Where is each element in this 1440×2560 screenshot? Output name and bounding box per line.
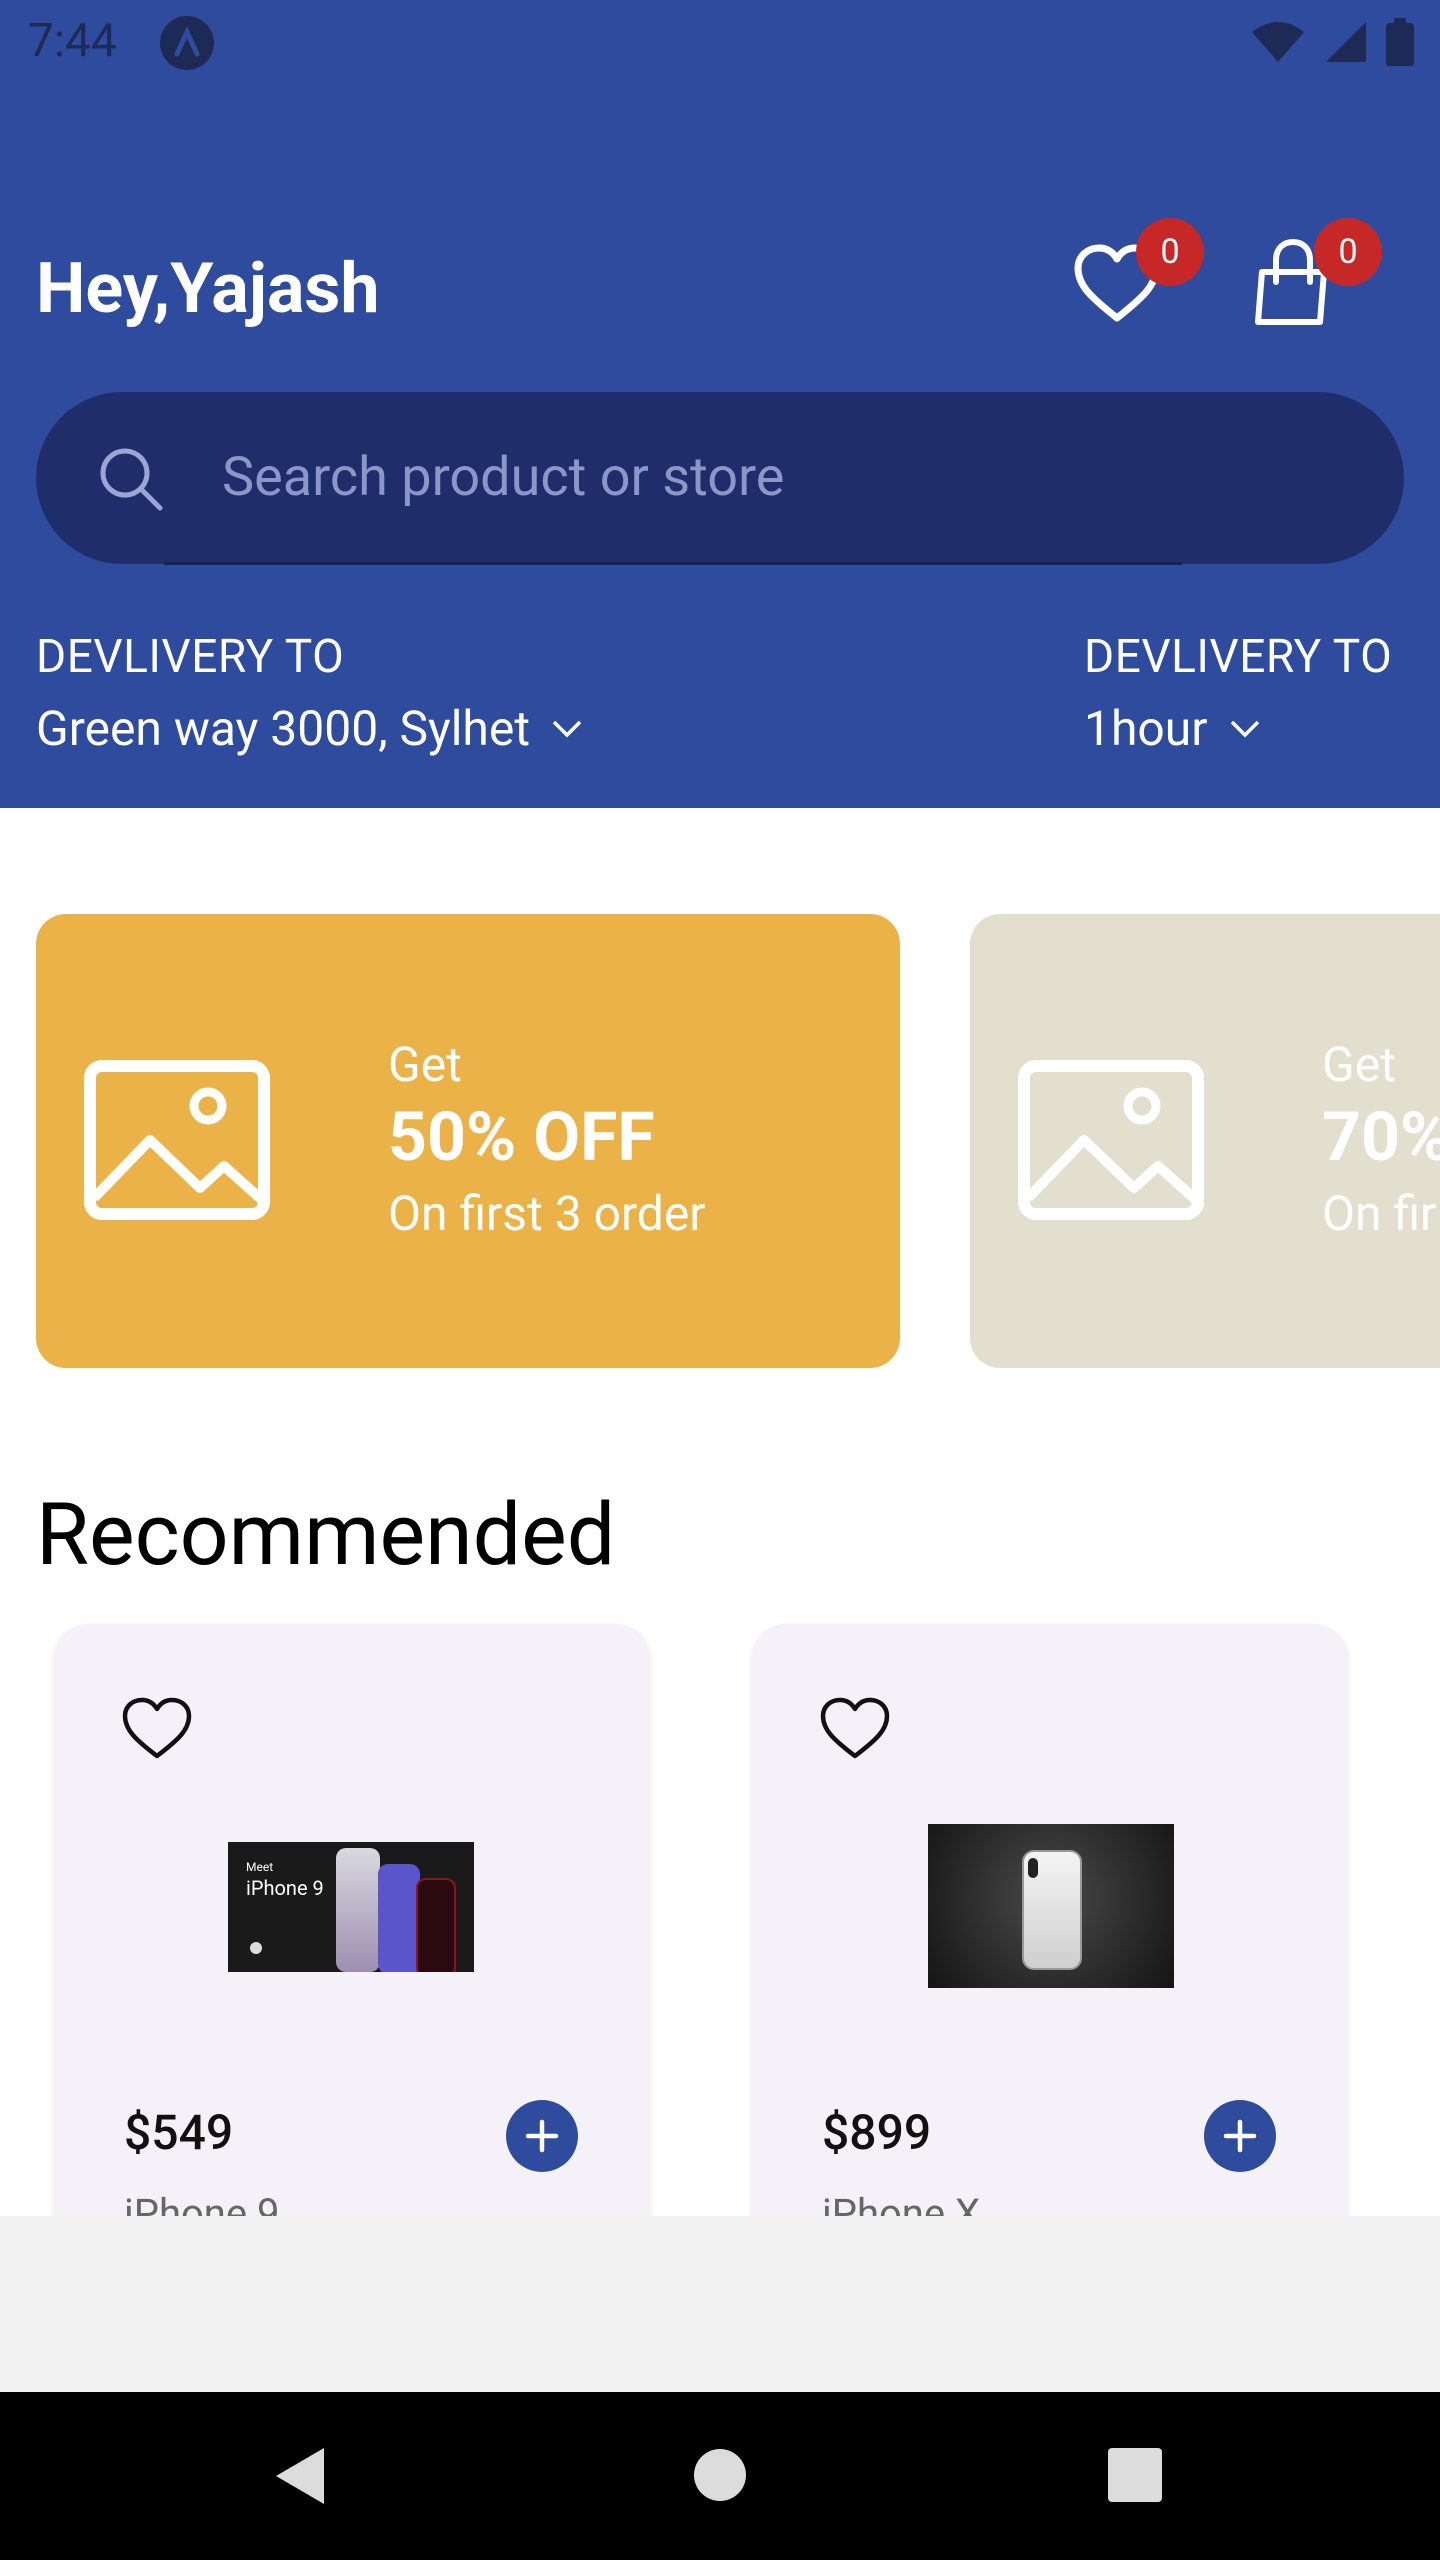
- camera-graphic: [1028, 1858, 1038, 1878]
- greeting-title: Hey,Yajash: [36, 248, 380, 330]
- promo-get: Get: [388, 1036, 462, 1093]
- header: 7:44 Hey,Yajash 0 0 Search product or st…: [0, 0, 1440, 808]
- wishlist-badge: 0: [1136, 218, 1204, 286]
- home-icon[interactable]: [693, 2448, 747, 2502]
- delivery-time-selector[interactable]: DEVLIVERY TO 1hour: [1084, 630, 1392, 757]
- recents-icon[interactable]: [1108, 2448, 1162, 2502]
- cart-button[interactable]: 0: [1248, 218, 1382, 336]
- product-image: Meet iPhone 9: [228, 1842, 474, 1972]
- delivery-label: DEVLIVERY TO: [36, 630, 345, 684]
- battery-icon: [1386, 18, 1414, 66]
- image-placeholder-icon: [84, 1060, 270, 1220]
- image-placeholder-icon: [1018, 1060, 1204, 1220]
- search-input[interactable]: Search product or store: [222, 446, 784, 509]
- plus-icon: [1223, 2119, 1257, 2153]
- phone-graphic: [378, 1864, 420, 1972]
- promo-condition: On first 3 order: [388, 1185, 706, 1242]
- phone-graphic: [336, 1848, 380, 1972]
- add-to-cart-button[interactable]: [1204, 2100, 1276, 2172]
- wifi-icon: [1252, 22, 1304, 62]
- promo-card[interactable]: Get 50% OFF On first 3 order: [36, 914, 900, 1368]
- status-icons: [1250, 18, 1414, 66]
- search-underline: [164, 562, 1182, 565]
- system-navigation-bar: [0, 2392, 1440, 2560]
- heart-icon[interactable]: [818, 1696, 892, 1762]
- delivery-time-label: DEVLIVERY TO: [1084, 630, 1393, 684]
- chevron-down-icon: [1230, 720, 1259, 737]
- search-icon: [100, 448, 163, 511]
- status-bar: 7:44: [0, 0, 1440, 84]
- promo-card[interactable]: Get 70% On fir: [970, 914, 1440, 1368]
- chevron-down-icon: [552, 720, 582, 737]
- wishlist-button[interactable]: 0: [1068, 218, 1204, 336]
- back-icon[interactable]: [270, 2444, 330, 2508]
- promo-discount: 70%: [1322, 1097, 1440, 1177]
- product-image: [928, 1824, 1174, 1988]
- app-notification-icon: [160, 16, 214, 70]
- apple-logo-icon: [250, 1942, 262, 1954]
- search-bar[interactable]: Search product or store: [36, 392, 1404, 565]
- plus-icon: [525, 2119, 559, 2153]
- delivery-address-selector[interactable]: DEVLIVERY TO Green way 3000, Sylhet: [36, 630, 582, 757]
- delivery-address: Green way 3000, Sylhet: [36, 700, 531, 757]
- product-price: $899: [822, 2104, 932, 2161]
- product-image-caption: Meet: [246, 1860, 274, 1874]
- delivery-time: 1hour: [1084, 700, 1208, 757]
- promo-get: Get: [1322, 1036, 1396, 1093]
- signal-icon: [1326, 22, 1366, 62]
- bottom-bar: [0, 2216, 1440, 2392]
- section-title-recommended: Recommended: [36, 1484, 616, 1585]
- status-time: 7:44: [28, 14, 117, 68]
- phone-graphic: [416, 1878, 456, 1972]
- heart-icon[interactable]: [120, 1696, 194, 1762]
- promo-discount: 50% OFF: [388, 1097, 655, 1177]
- product-price: $549: [124, 2104, 234, 2161]
- cart-badge: 0: [1314, 218, 1382, 286]
- product-image-title: iPhone 9: [246, 1876, 324, 1900]
- add-to-cart-button[interactable]: [506, 2100, 578, 2172]
- promo-condition: On fir: [1322, 1185, 1437, 1242]
